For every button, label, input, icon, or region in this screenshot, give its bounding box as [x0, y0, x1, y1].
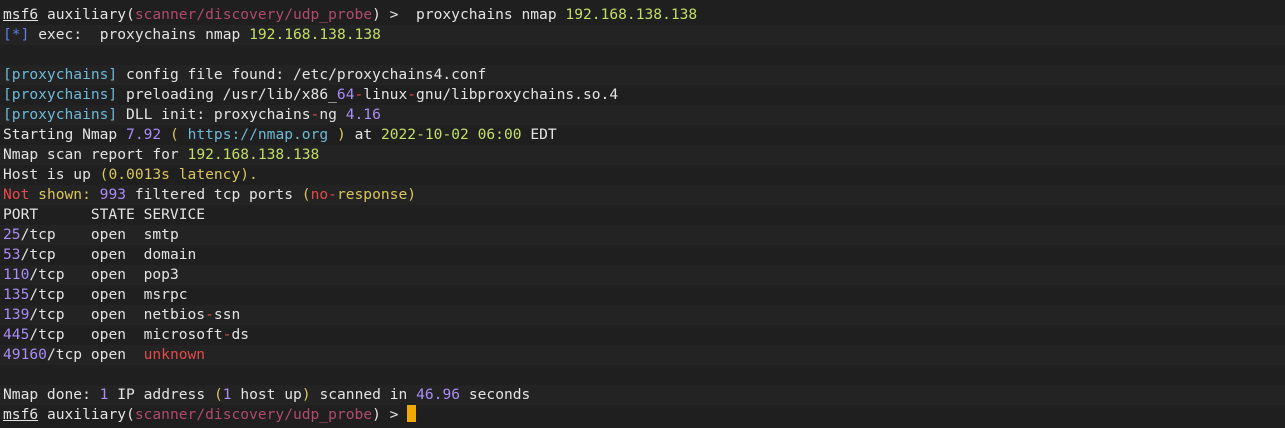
- proxychains-tag: [proxychains]: [3, 66, 118, 83]
- exec-command: proxychains nmap: [99, 26, 241, 43]
- prompt-user: msf6: [3, 406, 39, 423]
- config-path: /etc/proxychains4.conf: [292, 66, 487, 83]
- exec-marker: *: [11, 26, 21, 43]
- terminal-line-prompt-command: msf6 auxiliary(scanner/discovery/udp_pro…: [3, 6, 698, 23]
- terminal-line-nmap-start: Starting Nmap 7.92 ( https://nmap.org ) …: [3, 126, 557, 143]
- exec-label: exec:: [38, 26, 83, 43]
- nmap-url[interactable]: https://nmap.org: [188, 126, 329, 143]
- terminal-line-exec: [*] exec: proxychains nmap 192.168.138.1…: [0, 25, 1285, 45]
- port-row: 49160/tcp open unknown: [0, 345, 1285, 365]
- entered-target-ip: 192.168.138.138: [565, 6, 698, 23]
- proxychains-tag: [proxychains]: [3, 106, 118, 123]
- prompt-module-type: auxiliary: [46, 6, 127, 23]
- proxychains-tag: [proxychains]: [3, 86, 118, 103]
- dll-version: 4.16: [345, 106, 381, 123]
- scan-date: 2022-10-02: [380, 126, 469, 143]
- terminal-line-proxychains-dll: [proxychains] DLL init: proxychains-ng 4…: [0, 105, 1285, 125]
- exec-target-ip: 192.168.138.138: [249, 26, 381, 43]
- terminal-line-nmap-done: Nmap done: 1 IP address (1 host up) scan…: [0, 385, 1285, 405]
- terminal-line-host-up: Host is up (0.0013s latency).: [3, 166, 258, 183]
- terminal-line-proxychains-preload: [proxychains] preloading /usr/lib/x86_64…: [3, 86, 619, 103]
- terminal-line-prompt-active[interactable]: msf6 auxiliary(scanner/discovery/udp_pro…: [0, 405, 1285, 425]
- scan-time: 06:00: [477, 126, 522, 143]
- terminal-line-not-shown: Not shown: 993 filtered tcp ports (no-re…: [0, 185, 1285, 205]
- port-row: 53/tcp open domain: [3, 246, 197, 263]
- prompt-module-path: scanner/discovery/udp_probe: [134, 6, 373, 23]
- latency: (0.0013s latency).: [99, 166, 258, 183]
- port-row: 110/tcp open pop3: [0, 265, 1285, 285]
- terminal-window[interactable]: msf6 auxiliary(scanner/discovery/udp_pro…: [0, 0, 1285, 428]
- nmap-version: 7.92: [126, 126, 162, 143]
- scan-duration: 46.96: [416, 386, 461, 403]
- terminal-line-scan-report: Nmap scan report for 192.168.138.138: [0, 145, 1285, 165]
- terminal-line-proxychains-config: [proxychains] config file found: /etc/pr…: [0, 65, 1285, 85]
- port-row: 139/tcp open netbios-ssn: [0, 305, 1285, 325]
- port-row: 25/tcp open smtp: [0, 225, 1285, 245]
- entered-command: proxychains nmap: [416, 6, 557, 23]
- port-row: 445/tcp open microsoft-ds: [3, 326, 250, 343]
- text-cursor[interactable]: [407, 405, 417, 422]
- port-row: 135/tcp open msrpc: [3, 286, 188, 303]
- filtered-count: 993: [99, 186, 127, 203]
- prompt-symbol: >: [389, 6, 399, 23]
- report-target-ip: 192.168.138.138: [187, 146, 320, 163]
- port-table-header: PORT STATE SERVICE: [3, 206, 206, 223]
- prompt-user: msf6: [3, 6, 39, 23]
